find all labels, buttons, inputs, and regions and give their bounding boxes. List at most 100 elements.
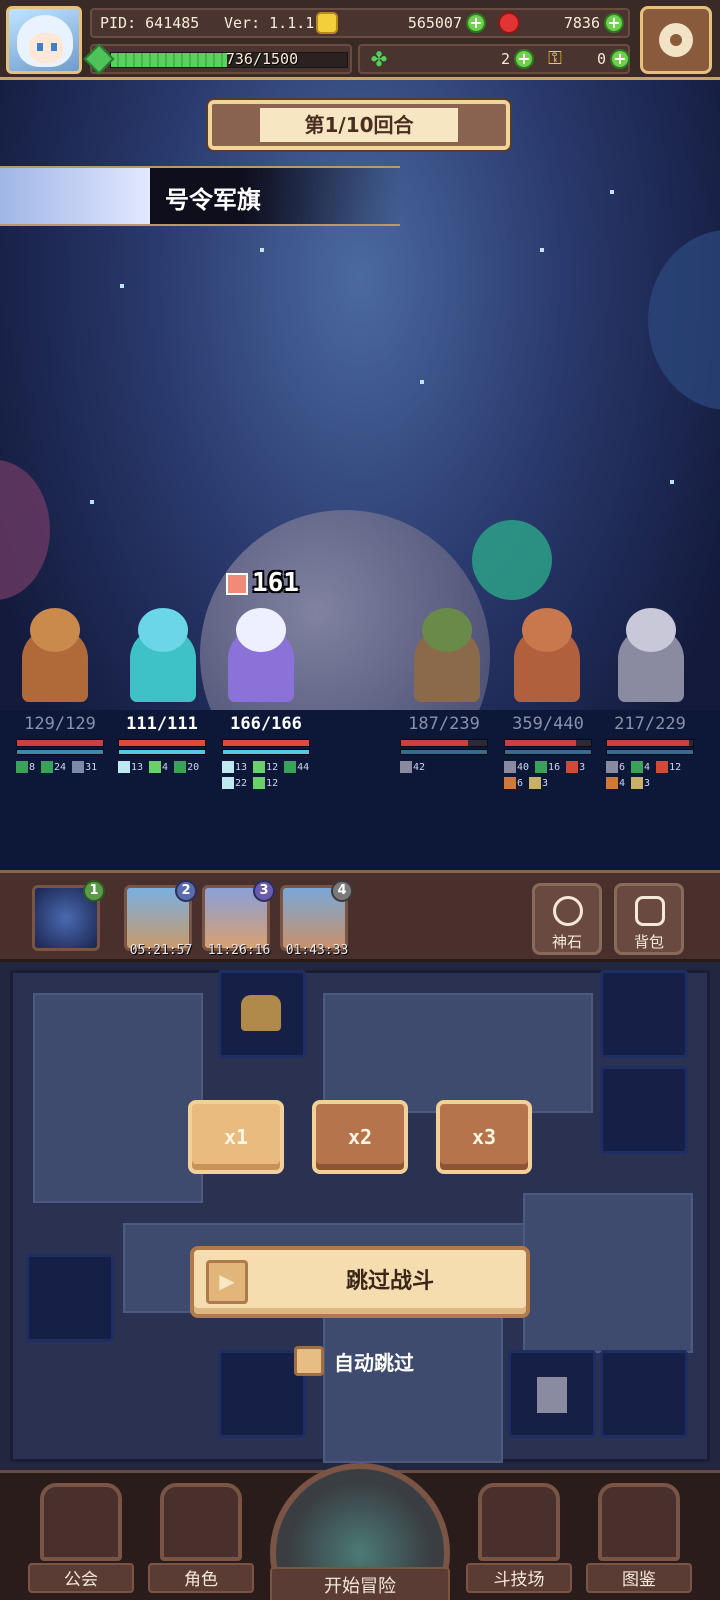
buff: 3 (529, 777, 548, 789)
buff-value: 16 (548, 762, 561, 773)
energy-bar-fill (505, 750, 591, 754)
sword-icon (41, 761, 54, 773)
hp-bar (118, 739, 206, 747)
stage-slot-panel: 1 2 05:21:57 3 11:26:16 4 01:43:33 神石 背包 (0, 870, 720, 962)
stone-icon (553, 896, 583, 926)
add-clover-button[interactable]: + (514, 49, 534, 69)
auto-skip-checkbox[interactable] (294, 1346, 324, 1376)
speed-x1-button[interactable]: x1 (188, 1100, 284, 1174)
avatar-face (29, 33, 63, 63)
buff: 12 (253, 761, 278, 773)
ally-unit-1[interactable] (8, 600, 103, 705)
hp-bar-fill (607, 740, 689, 746)
crosshair-icon (656, 761, 669, 773)
ruby-amount: 7836 (563, 14, 600, 32)
auto-skip-toggle[interactable]: 自动跳过 (294, 1346, 414, 1376)
buff: 4 (631, 761, 650, 773)
round-counter: 第1/10回合 (304, 113, 414, 137)
stage-slot-4[interactable]: 4 01:43:33 (280, 880, 353, 958)
grid-cell[interactable] (600, 970, 688, 1058)
slot-number-badge: 1 (83, 880, 105, 902)
buff-list: 6 4 12 4 3 (604, 761, 696, 789)
ally-unit-3[interactable] (214, 600, 309, 705)
slot-number-badge: 3 (253, 880, 275, 902)
buff-value: 12 (266, 778, 279, 789)
grid-cell-boss[interactable] (218, 970, 306, 1058)
enemy-unit-3[interactable] (604, 600, 699, 705)
nav-character-label: 角色 (148, 1563, 254, 1593)
grid-cell[interactable] (600, 1350, 688, 1438)
buff-list: 42 (398, 761, 490, 773)
grid-cell[interactable] (600, 1066, 688, 1154)
grid-path (323, 993, 593, 1113)
hp-bar (400, 739, 488, 747)
nav-character[interactable]: 角色 (148, 1473, 254, 1593)
enemy-1-hp: 187/239 (408, 714, 480, 734)
background-planet (472, 520, 552, 600)
stage-slot-2[interactable]: 2 05:21:57 (124, 880, 197, 958)
buff-value: 3 (644, 778, 651, 789)
buff-value: 12 (266, 762, 279, 773)
ally-2-stats: 111/111 13 4 20 (116, 712, 208, 773)
unit-head (138, 608, 188, 652)
grid-cell-altar[interactable] (508, 1350, 596, 1438)
buff: 24 (41, 761, 66, 773)
slot-number-badge: 4 (331, 880, 353, 902)
grid-cell[interactable] (218, 1350, 306, 1438)
speed-x3-button[interactable]: x3 (436, 1100, 532, 1174)
hp-bar-fill (17, 740, 103, 746)
nav-guild[interactable]: 公会 (28, 1473, 134, 1593)
buff: 13 (118, 761, 143, 773)
skip-battle-button[interactable]: ▶ 跳过战斗 (190, 1246, 530, 1318)
divine-stone-button[interactable]: 神石 (532, 883, 602, 955)
clover-icon: ✤ (370, 47, 388, 71)
star-icon (631, 777, 644, 789)
flame-icon (504, 777, 516, 789)
xp-text: 736/1500 (225, 50, 299, 68)
sword-icon (631, 761, 644, 773)
buff: 13 (222, 761, 247, 773)
hp-bar (16, 739, 104, 747)
background-star (670, 480, 674, 484)
enemy-2-hp: 359/440 (512, 714, 584, 734)
energy-bar (222, 749, 310, 755)
clover-amount: 2 (500, 50, 510, 68)
gear-icon (659, 23, 693, 57)
player-avatar[interactable] (6, 6, 82, 74)
add-key-button[interactable]: + (610, 49, 630, 69)
shield-icon (222, 777, 234, 789)
grid-icon (253, 777, 266, 789)
backpack-button[interactable]: 背包 (614, 883, 684, 955)
buff-value: 20 (187, 762, 200, 773)
buff-list: 13 12 44 22 12 (220, 761, 312, 789)
background-star (420, 380, 424, 384)
nav-start-adventure-label: 开始冒险 (270, 1567, 450, 1600)
enemy-unit-1[interactable] (400, 600, 495, 705)
add-gold-button[interactable]: + (466, 13, 486, 33)
buff-value: 42 (413, 762, 426, 773)
stage-slot-3[interactable]: 3 11:26:16 (202, 880, 275, 958)
resource-row-top: PID: 641485 Ver: 1.1.1.6 565007 + 7836 + (90, 8, 630, 38)
ally-unit-2[interactable] (116, 600, 211, 705)
nav-arena[interactable]: 斗技场 (466, 1473, 572, 1593)
buff-value: 4 (644, 762, 651, 773)
settings-gear-button[interactable] (640, 6, 712, 74)
stage-slot-1[interactable]: 1 (32, 880, 105, 951)
grid-cell[interactable] (26, 1254, 114, 1342)
background-star (610, 190, 614, 194)
enemy-3-stats: 217/229 6 4 12 4 3 (604, 712, 696, 789)
grid-path (33, 993, 203, 1203)
divine-stone-label: 神石 (551, 933, 582, 951)
speed-x2-button[interactable]: x2 (312, 1100, 408, 1174)
energy-bar-fill (17, 750, 103, 754)
energy-bar-fill (223, 750, 309, 754)
enemy-unit-2[interactable] (500, 600, 595, 705)
altar-icon (537, 1377, 567, 1413)
nav-codex[interactable]: 图鉴 (586, 1473, 692, 1593)
flame-icon (606, 777, 618, 789)
buff-value: 6 (517, 778, 524, 789)
damage-popup: 161 (226, 568, 299, 598)
add-ruby-button[interactable]: + (604, 13, 624, 33)
nav-start-adventure[interactable]: 开始冒险 (270, 1463, 450, 1600)
dungeon-grid (0, 962, 720, 1470)
